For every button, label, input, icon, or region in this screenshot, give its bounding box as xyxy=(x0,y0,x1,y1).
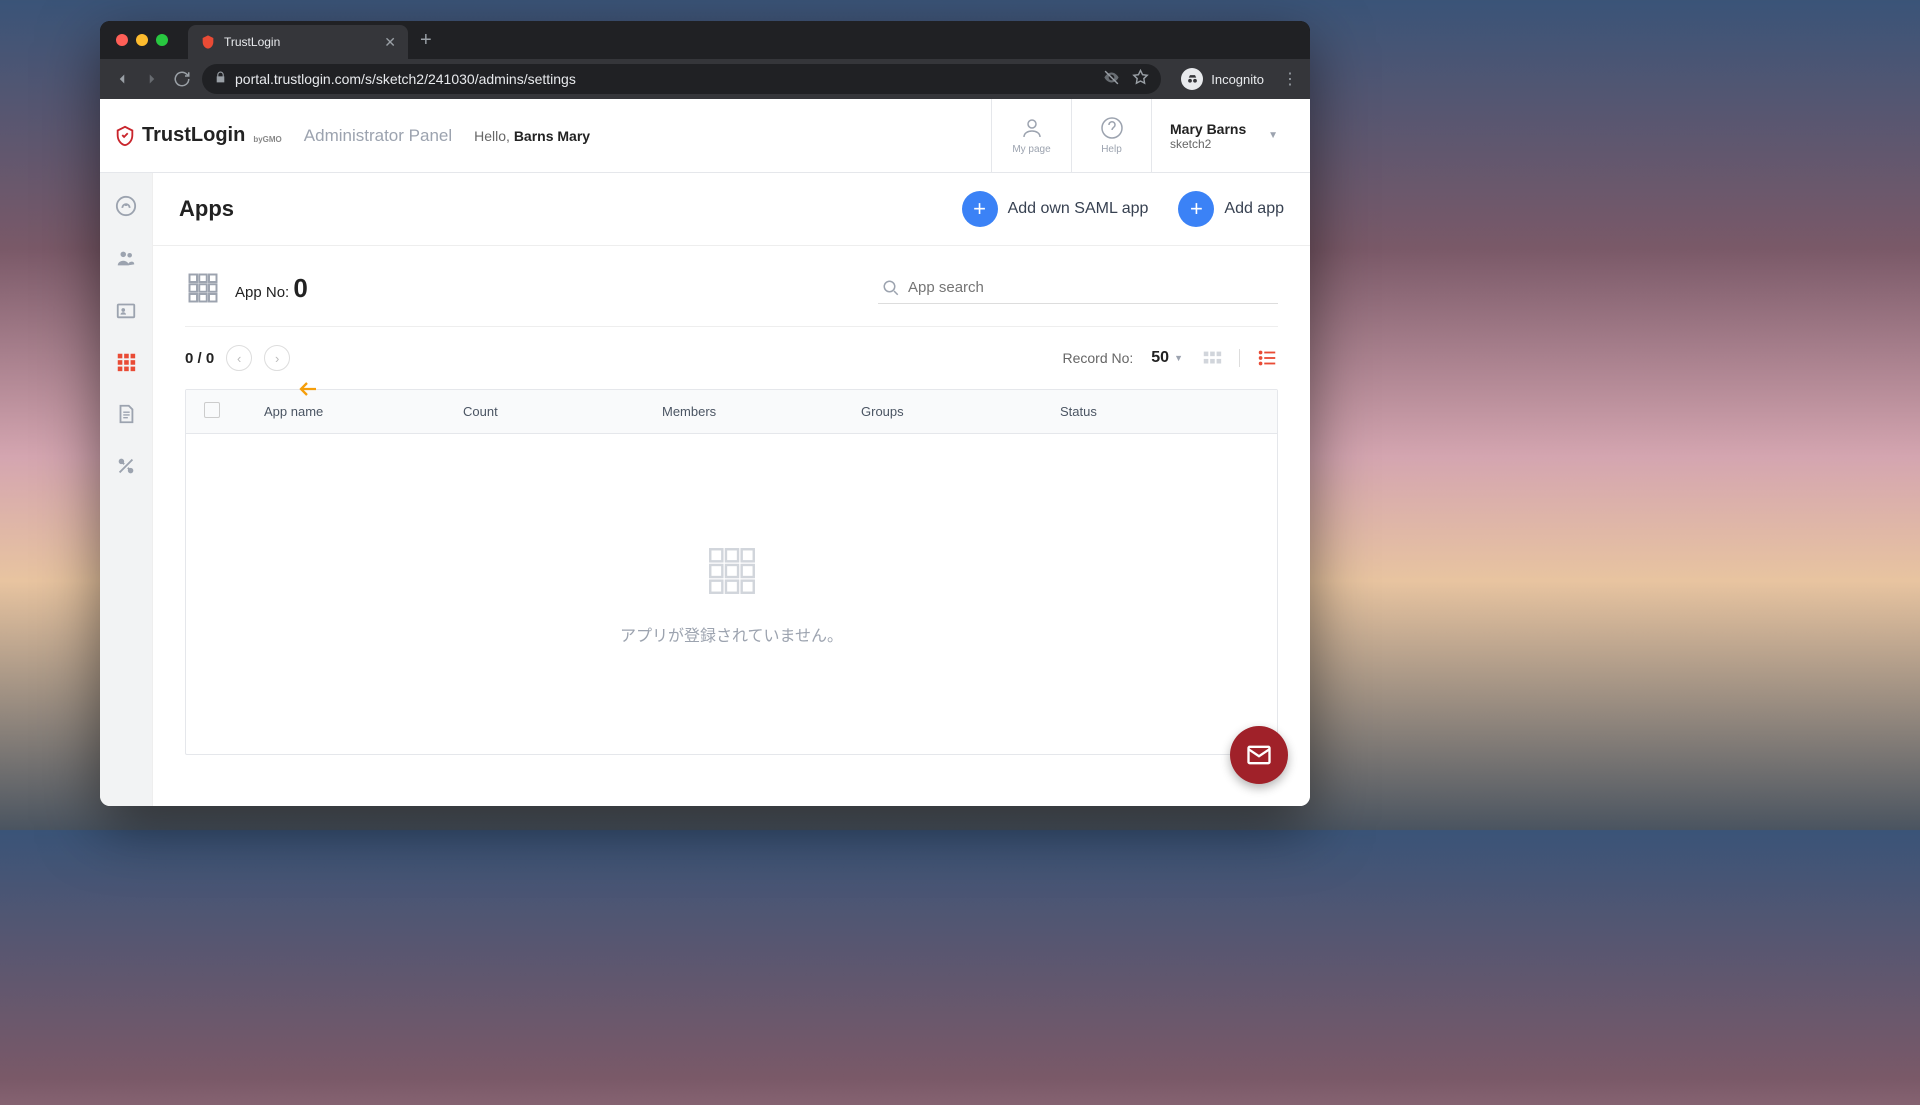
sidebar xyxy=(100,173,152,806)
url-field[interactable]: portal.trustlogin.com/s/sketch2/241030/a… xyxy=(202,64,1161,94)
app-header: TrustLogin byGMO Administrator Panel Hel… xyxy=(100,99,1310,173)
fullscreen-window-icon[interactable] xyxy=(156,34,168,46)
col-status[interactable]: Status xyxy=(1060,404,1259,419)
user-icon xyxy=(1020,116,1044,140)
col-count[interactable]: Count xyxy=(463,404,662,419)
sidebar-item-settings[interactable] xyxy=(115,455,137,477)
controls-row: 0 / 0 ‹ › Record No: 50 ▼ xyxy=(185,327,1278,389)
incognito-label: Incognito xyxy=(1211,72,1264,87)
address-bar: portal.trustlogin.com/s/sketch2/241030/a… xyxy=(100,59,1310,99)
search-input[interactable] xyxy=(908,279,1274,296)
empty-state: アプリが登録されていません。 xyxy=(186,434,1277,754)
shield-icon xyxy=(114,125,136,147)
summary-row: App No: 0 xyxy=(185,270,1278,327)
close-tab-icon[interactable]: ✕ xyxy=(384,34,396,51)
help-icon xyxy=(1100,116,1124,140)
mypage-button[interactable]: My page xyxy=(991,99,1071,172)
window-controls xyxy=(116,34,168,46)
pager: 0 / 0 ‹ › xyxy=(185,345,290,371)
sidebar-item-groups[interactable] xyxy=(115,299,137,321)
eye-off-icon[interactable] xyxy=(1103,69,1120,89)
app-count: App No: 0 xyxy=(235,273,308,304)
plus-icon: + xyxy=(962,191,998,227)
back-button[interactable] xyxy=(112,69,132,89)
browser-window: TrustLogin ✕ + portal.trustlogin.com/s/s… xyxy=(100,21,1310,806)
apps-grid-icon xyxy=(185,270,221,306)
user-menu[interactable]: Mary Barns sketch2 ▼ xyxy=(1151,99,1296,172)
list-view-button[interactable] xyxy=(1256,347,1278,369)
tab-title: TrustLogin xyxy=(224,35,376,49)
chevron-down-icon: ▼ xyxy=(1174,353,1183,363)
grid-view-button[interactable] xyxy=(1201,347,1223,369)
empty-grid-icon xyxy=(703,542,761,600)
forward-button[interactable] xyxy=(142,69,162,89)
add-saml-app-button[interactable]: + Add own SAML app xyxy=(962,191,1149,227)
incognito-icon xyxy=(1181,68,1203,90)
app-content: TrustLogin byGMO Administrator Panel Hel… xyxy=(100,99,1310,806)
browser-menu-button[interactable]: ⋮ xyxy=(1282,69,1298,89)
brand-logo[interactable]: TrustLogin byGMO xyxy=(114,124,282,147)
view-toggle xyxy=(1201,347,1278,369)
apps-table: App name Count Members Groups Status アプリ… xyxy=(185,389,1278,755)
chat-button[interactable] xyxy=(1230,726,1288,784)
search-field[interactable] xyxy=(878,273,1278,304)
sidebar-item-members[interactable] xyxy=(115,247,137,269)
record-no-select[interactable]: 50 ▼ xyxy=(1151,349,1183,367)
page-titlebar: Apps + Add own SAML app + Add app xyxy=(152,173,1310,246)
panel-label: Administrator Panel xyxy=(304,126,452,146)
page-title: Apps xyxy=(179,196,234,222)
plus-icon: + xyxy=(1178,191,1214,227)
mail-icon xyxy=(1245,741,1273,769)
sidebar-item-apps[interactable] xyxy=(115,351,137,373)
user-name: Mary Barns xyxy=(1170,121,1246,137)
help-button[interactable]: Help xyxy=(1071,99,1151,172)
brand-name: TrustLogin xyxy=(142,124,245,147)
divider xyxy=(1239,349,1240,367)
titlebar: TrustLogin ✕ + xyxy=(100,21,1310,59)
pager-count: 0 / 0 xyxy=(185,350,214,367)
close-window-icon[interactable] xyxy=(116,34,128,46)
url-text: portal.trustlogin.com/s/sketch2/241030/a… xyxy=(235,71,576,87)
col-groups[interactable]: Groups xyxy=(861,404,1060,419)
select-all-checkbox[interactable] xyxy=(204,402,220,418)
incognito-indicator: Incognito xyxy=(1181,68,1264,90)
pager-prev-button[interactable]: ‹ xyxy=(226,345,252,371)
empty-text: アプリが登録されていません。 xyxy=(620,622,843,646)
col-members[interactable]: Members xyxy=(662,404,861,419)
tab-favicon-icon xyxy=(200,34,216,50)
reload-button[interactable] xyxy=(172,69,192,89)
browser-tab[interactable]: TrustLogin ✕ xyxy=(188,25,408,59)
main-panel: Apps + Add own SAML app + Add app xyxy=(152,173,1310,806)
table-header: App name Count Members Groups Status xyxy=(186,390,1277,434)
minimize-window-icon[interactable] xyxy=(136,34,148,46)
lock-icon xyxy=(214,71,227,87)
sidebar-item-dashboard[interactable] xyxy=(115,195,137,217)
add-app-button[interactable]: + Add app xyxy=(1178,191,1284,227)
sidebar-item-logs[interactable] xyxy=(115,403,137,425)
search-icon xyxy=(882,279,900,297)
new-tab-button[interactable]: + xyxy=(420,29,432,52)
star-icon[interactable] xyxy=(1132,69,1149,89)
user-org: sketch2 xyxy=(1170,137,1246,151)
greeting: Hello, Barns Mary xyxy=(474,128,590,144)
chevron-down-icon: ▼ xyxy=(1268,130,1278,141)
record-no-label: Record No: xyxy=(1062,350,1133,366)
pager-next-button[interactable]: › xyxy=(264,345,290,371)
col-app-name[interactable]: App name xyxy=(264,404,463,419)
brand-sub: byGMO xyxy=(253,135,281,144)
